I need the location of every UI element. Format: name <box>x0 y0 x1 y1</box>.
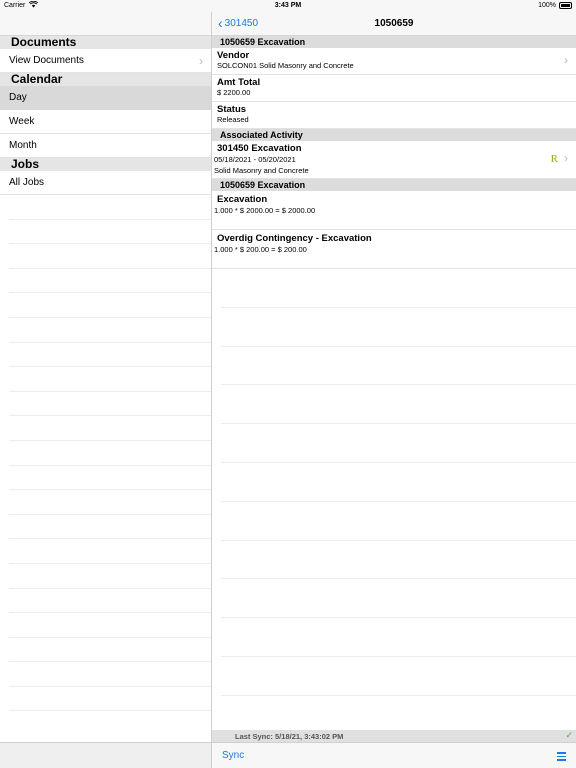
empty-row <box>9 466 211 491</box>
empty-row <box>9 589 211 614</box>
empty-row <box>221 424 576 463</box>
detail-panel: ‹ 301450 1050659 1050659 Excavation Vend… <box>212 12 576 768</box>
left-toolbar <box>0 742 211 768</box>
detail-nav-bar: ‹ 301450 1050659 <box>212 12 576 36</box>
released-badge: R <box>550 153 558 165</box>
sidebar-item-all-jobs[interactable]: All Jobs <box>0 171 211 195</box>
empty-row <box>221 463 576 502</box>
chevron-right-icon: › <box>564 151 568 165</box>
chevron-right-icon: › <box>199 54 203 68</box>
section-header-line-items: 1050659 Excavation <box>212 179 576 191</box>
empty-row <box>221 696 576 735</box>
status-bar: Carrier 3:43 PM 100% <box>0 0 576 12</box>
empty-row <box>9 662 211 687</box>
empty-row <box>9 244 211 269</box>
line-item-calc: 1.000 * $ 2000.00 = $ 2000.00 <box>214 206 316 215</box>
empty-row <box>9 367 211 392</box>
status-value: Released <box>217 115 249 124</box>
empty-row <box>9 638 211 663</box>
amount-value: $ 2200.00 <box>217 88 251 97</box>
section-header-calendar: Calendar <box>0 73 211 86</box>
empty-row <box>9 269 211 294</box>
line-item-label: Overdig Contingency - Excavation <box>217 233 372 244</box>
empty-row <box>9 613 211 638</box>
empty-row <box>9 195 211 220</box>
battery-percent: 100% <box>538 2 556 9</box>
line-item-calc: 1.000 * $ 200.00 = $ 200.00 <box>214 245 307 254</box>
sidebar-item-label: Month <box>9 140 37 151</box>
empty-row <box>9 293 211 318</box>
sidebar-item-label: Week <box>9 116 35 127</box>
sidebar-item-day[interactable]: Day <box>0 86 211 110</box>
amount-label: Amt Total <box>217 77 261 88</box>
left-panel: Documents View Documents › Calendar Day … <box>0 12 211 768</box>
empty-row <box>9 490 211 515</box>
empty-row <box>9 220 211 245</box>
left-nav-bar <box>0 12 211 36</box>
sidebar-item-month[interactable]: Month <box>0 134 211 158</box>
section-header-jobs: Jobs <box>0 158 211 171</box>
line-item-label: Excavation <box>217 194 268 205</box>
amount-row: Amt Total $ 2200.00 <box>212 75 576 102</box>
empty-row <box>221 385 576 425</box>
empty-list-area <box>0 195 211 712</box>
empty-row <box>9 441 211 466</box>
check-icon: ✓ <box>565 730 573 740</box>
empty-row <box>9 687 211 712</box>
empty-row <box>9 416 211 441</box>
empty-row <box>221 308 576 347</box>
battery-icon <box>559 2 572 9</box>
empty-row <box>221 657 576 696</box>
menu-icon[interactable] <box>557 752 566 761</box>
status-label: Status <box>217 104 247 115</box>
last-sync-text: Last Sync: 5/18/21, 3:43:02 PM <box>235 732 344 741</box>
activity-dates: 05/18/2021 - 05/20/2021 <box>214 155 296 164</box>
sidebar-item-view-documents[interactable]: View Documents › <box>0 49 211 73</box>
sidebar-item-label: All Jobs <box>9 177 45 188</box>
section-header-associated-activity: Associated Activity <box>212 129 576 141</box>
sidebar-item-label: Day <box>9 92 27 103</box>
empty-row <box>9 392 211 417</box>
empty-row <box>9 515 211 540</box>
vendor-row[interactable]: Vendor SOLCON01 Solid Masonry and Concre… <box>212 48 576 75</box>
sync-button[interactable]: Sync <box>222 750 244 761</box>
activity-title: 301450 Excavation <box>217 143 302 154</box>
vendor-label: Vendor <box>217 50 250 61</box>
empty-row <box>221 502 576 541</box>
line-item: Overdig Contingency - Excavation 1.000 *… <box>212 230 576 269</box>
section-header-documents: Documents <box>0 36 211 49</box>
vendor-value: SOLCON01 Solid Masonry and Concrete <box>217 61 354 70</box>
status-row: Status Released <box>212 102 576 129</box>
detail-toolbar: Sync <box>212 742 576 768</box>
empty-row <box>221 541 576 580</box>
sidebar-item-week[interactable]: Week <box>0 110 211 134</box>
empty-row <box>221 347 576 386</box>
sync-status-bar: Last Sync: 5/18/21, 3:43:02 PM ✓ <box>212 730 576 742</box>
chevron-right-icon: › <box>564 53 568 67</box>
empty-row <box>9 564 211 589</box>
activity-vendor: Solid Masonry and Concrete <box>214 166 309 175</box>
empty-row <box>9 343 211 368</box>
clock: 3:43 PM <box>274 2 302 9</box>
empty-list-area <box>212 269 576 735</box>
page-title: 1050659 <box>374 18 414 29</box>
empty-row <box>221 618 576 657</box>
empty-row <box>221 579 576 619</box>
section-header-document: 1050659 Excavation <box>212 36 576 48</box>
line-item: Excavation 1.000 * $ 2000.00 = $ 2000.00 <box>212 191 576 230</box>
sidebar-item-label: View Documents <box>9 55 84 66</box>
empty-row <box>221 269 576 308</box>
empty-row <box>9 539 211 564</box>
associated-activity-row[interactable]: 301450 Excavation 05/18/2021 - 05/20/202… <box>212 141 576 179</box>
empty-row <box>9 318 211 343</box>
